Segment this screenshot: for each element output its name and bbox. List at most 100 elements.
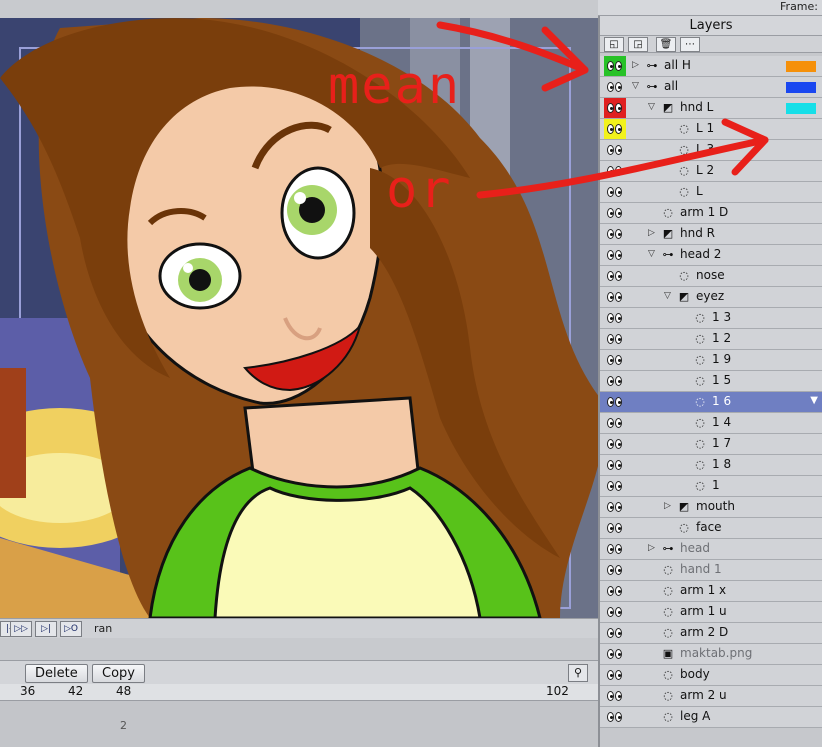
row-dropdown-icon[interactable]: ▼	[810, 395, 818, 406]
layer-row[interactable]: ▣ maktab.png	[600, 644, 822, 665]
layer-row[interactable]: ◌ arm 1 u	[600, 602, 822, 623]
workspace: |◁ ▷▷ ▷| ▷O ran Delete Copy ⚲ 36 42 48 1…	[0, 0, 598, 747]
visibility-eye-icon[interactable]	[606, 332, 624, 346]
visibility-eye-icon[interactable]	[606, 227, 624, 241]
layer-row[interactable]: ▽ ◩ hnd L	[600, 98, 822, 119]
visibility-eye-icon[interactable]	[606, 122, 624, 136]
expand-triangle-icon[interactable]: ▷	[664, 501, 671, 511]
layer-row[interactable]: ◌ 1 8	[600, 455, 822, 476]
layer-row[interactable]: ◌ leg A	[600, 707, 822, 728]
collapse-triangle-icon[interactable]: ▽	[664, 291, 671, 301]
layer-row[interactable]: ▽ ◩ eyez	[600, 287, 822, 308]
layer-row[interactable]: ◌ L 2	[600, 161, 822, 182]
layer-row[interactable]: ▷ ◩ hnd R	[600, 224, 822, 245]
layer-row[interactable]: ▷ ◩ mouth	[600, 497, 822, 518]
visibility-eye-icon[interactable]	[606, 458, 624, 472]
visibility-eye-icon[interactable]	[606, 626, 624, 640]
collapse-triangle-icon[interactable]: ▽	[648, 102, 655, 112]
expand-triangle-icon[interactable]: ▷	[648, 228, 655, 238]
visibility-eye-icon[interactable]	[606, 500, 624, 514]
visibility-eye-icon[interactable]	[606, 563, 624, 577]
visibility-eye-icon[interactable]	[606, 80, 624, 94]
visibility-eye-icon[interactable]	[606, 290, 624, 304]
visibility-eye-icon[interactable]	[606, 647, 624, 661]
loop-button[interactable]: ▷O	[60, 621, 82, 637]
visibility-eye-icon[interactable]	[606, 668, 624, 682]
layer-name: 1 6	[712, 394, 732, 408]
visibility-eye-icon[interactable]	[606, 605, 624, 619]
delete-button[interactable]: Delete	[25, 664, 88, 683]
layer-row[interactable]: ▽ ⊶ all	[600, 77, 822, 98]
timeline-ruler[interactable]: 36 42 48 102	[0, 684, 598, 700]
layer-name: eyez	[696, 289, 725, 303]
visibility-eye-icon[interactable]	[606, 185, 624, 199]
layer-row[interactable]: ◌ arm 1 D	[600, 203, 822, 224]
layer-row[interactable]: ◌ arm 1 x	[600, 581, 822, 602]
layer-row[interactable]: ▽ ⊶ head 2	[600, 245, 822, 266]
visibility-eye-icon[interactable]	[606, 143, 624, 157]
layer-row[interactable]: ◌ 1 3	[600, 308, 822, 329]
layer-row[interactable]: ◌ nose	[600, 266, 822, 287]
layer-row[interactable]: ◌ 1 5	[600, 371, 822, 392]
layer-row[interactable]: ◌ L 1	[600, 119, 822, 140]
timeline-track[interactable]: 2	[0, 700, 598, 747]
timeline-toolbar: Delete Copy	[0, 660, 598, 684]
layer-name: arm 1 D	[680, 205, 729, 219]
layer-row[interactable]: ◌ arm 2 u	[600, 686, 822, 707]
visibility-eye-icon[interactable]	[606, 248, 624, 262]
expand-triangle-icon[interactable]: ▷	[632, 60, 639, 70]
expand-triangle-icon[interactable]: ▷	[648, 543, 655, 553]
layer-row[interactable]: ◌ 1 7	[600, 434, 822, 455]
visibility-eye-icon[interactable]	[606, 269, 624, 283]
layer-color-swatch	[786, 61, 816, 72]
switch-layer-icon: ◩	[678, 500, 690, 513]
collapse-triangle-icon[interactable]: ▽	[648, 249, 655, 259]
layer-row[interactable]: ◌ face	[600, 518, 822, 539]
layer-row[interactable]: ◌ L 3	[600, 140, 822, 161]
visibility-eye-icon[interactable]	[606, 437, 624, 451]
layer-row[interactable]: ◌ 1 6 ▼	[600, 392, 822, 413]
visibility-eye-icon[interactable]	[606, 59, 624, 73]
layer-row[interactable]: ◌ L	[600, 182, 822, 203]
visibility-eye-icon[interactable]	[606, 395, 624, 409]
copy-button[interactable]: Copy	[92, 664, 145, 683]
visibility-eye-icon[interactable]	[606, 479, 624, 493]
visibility-eye-icon[interactable]	[606, 710, 624, 724]
visibility-eye-icon[interactable]	[606, 206, 624, 220]
visibility-eye-icon[interactable]	[606, 416, 624, 430]
visibility-eye-icon[interactable]	[606, 164, 624, 178]
collapse-triangle-icon[interactable]: ▽	[632, 81, 639, 91]
canvas[interactable]	[0, 18, 598, 618]
layer-row[interactable]: ◌ 1 2	[600, 329, 822, 350]
layer-name: 1 5	[712, 373, 732, 387]
layer-row[interactable]: ◌ arm 2 D	[600, 623, 822, 644]
trash-icon[interactable]: 🗑	[656, 37, 676, 52]
visibility-eye-icon[interactable]	[606, 521, 624, 535]
vector-layer-icon: ◌	[663, 206, 673, 219]
visibility-eye-icon[interactable]	[606, 584, 624, 598]
zoom-icon[interactable]: ⚲	[568, 664, 588, 682]
visibility-eye-icon[interactable]	[606, 311, 624, 325]
play-button[interactable]: ▷▷	[10, 621, 32, 637]
vector-layer-icon: ◌	[695, 416, 705, 429]
visibility-eye-icon[interactable]	[606, 689, 624, 703]
go-end-button[interactable]: ▷|	[35, 621, 57, 637]
duplicate-layer-icon[interactable]: ◲	[628, 37, 648, 52]
layer-row[interactable]: ▷ ⊶ head	[600, 539, 822, 560]
layer-row[interactable]: ▷ ⊶ all H	[600, 56, 822, 77]
more-icon[interactable]: ⋯	[680, 37, 700, 52]
switch-layer-icon: ◩	[678, 290, 690, 303]
layer-row[interactable]: ◌ 1 4	[600, 413, 822, 434]
visibility-eye-icon[interactable]	[606, 101, 624, 115]
layer-row[interactable]: ◌ body	[600, 665, 822, 686]
visibility-eye-icon[interactable]	[606, 353, 624, 367]
visibility-eye-icon[interactable]	[606, 542, 624, 556]
vector-layer-icon: ◌	[663, 584, 673, 597]
layer-row[interactable]: ◌ hand 1	[600, 560, 822, 581]
vector-layer-icon: ◌	[679, 185, 689, 198]
new-layer-icon[interactable]: ◱	[604, 37, 624, 52]
layer-row[interactable]: ◌ 1	[600, 476, 822, 497]
layer-row[interactable]: ◌ 1 9	[600, 350, 822, 371]
visibility-eye-icon[interactable]	[606, 374, 624, 388]
vector-layer-icon: ◌	[679, 122, 689, 135]
